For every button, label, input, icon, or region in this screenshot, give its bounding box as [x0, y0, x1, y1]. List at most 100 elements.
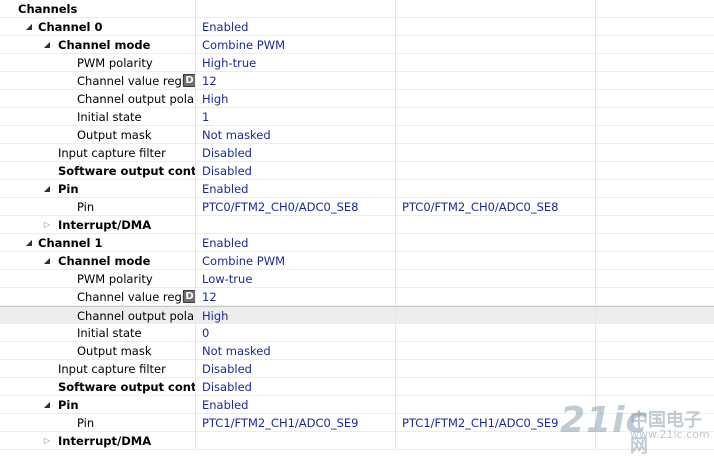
property-value[interactable]: Disabled: [196, 162, 396, 179]
triangle-expanded-icon[interactable]: ◢: [42, 180, 52, 197]
property-row[interactable]: Software output controlDisabled: [0, 162, 714, 180]
property-value[interactable]: Combine PWM: [196, 252, 396, 269]
property-label: Input capture filter: [58, 146, 166, 160]
triangle-expanded-icon[interactable]: ◢: [42, 36, 52, 53]
property-label: Input capture filter: [58, 362, 166, 376]
property-row[interactable]: ◢ Channel mode Combine PWM: [0, 252, 714, 270]
property-value-secondary: [396, 180, 596, 197]
triangle-collapsed-icon[interactable]: ▷: [42, 216, 52, 233]
property-label: Interrupt/DMA: [58, 218, 152, 232]
property-row[interactable]: Channel value register D 12: [0, 288, 714, 306]
property-label: Software output control: [58, 164, 196, 178]
property-value-secondary: [396, 216, 596, 233]
property-value[interactable]: Disabled: [196, 378, 396, 395]
property-name-cell: Channel value register D: [0, 72, 196, 89]
property-name-cell: ▷ Interrupt/DMA: [0, 216, 196, 233]
property-row[interactable]: Channels: [0, 0, 714, 18]
triangle-collapsed-icon[interactable]: ▷: [42, 432, 52, 449]
triangle-expanded-icon[interactable]: ◢: [42, 252, 52, 269]
property-value-secondary: [396, 252, 596, 269]
property-value[interactable]: [196, 0, 396, 17]
empty-cell: [596, 198, 714, 215]
property-label: Channel 1: [38, 236, 103, 250]
empty-cell: [596, 307, 714, 324]
property-value[interactable]: Enabled: [196, 180, 396, 197]
property-name-cell: PWM polarity: [0, 270, 196, 287]
property-row[interactable]: ▷ Interrupt/DMA: [0, 216, 714, 234]
property-row[interactable]: ◢ Channel 1 Enabled: [0, 234, 714, 252]
property-value-secondary: [396, 342, 596, 359]
property-value[interactable]: [196, 216, 396, 233]
property-row[interactable]: Channel value register D 12: [0, 72, 714, 90]
property-label: Initial state: [77, 326, 142, 340]
property-value[interactable]: Enabled: [196, 18, 396, 35]
property-value[interactable]: PTC0/FTM2_CH0/ADC0_SE8: [196, 198, 396, 215]
property-value[interactable]: Disabled: [196, 360, 396, 377]
empty-cell: [596, 108, 714, 125]
property-name-cell: Input capture filter: [0, 144, 196, 161]
property-row[interactable]: Channel output polarit High: [0, 90, 714, 108]
property-value[interactable]: Not masked: [196, 126, 396, 143]
property-value-secondary: [396, 288, 596, 305]
property-row[interactable]: ◢ Channel mode Combine PWM: [0, 36, 714, 54]
property-name-cell: ◢ Channel 1: [0, 234, 196, 251]
empty-cell: [596, 144, 714, 161]
empty-cell: [596, 342, 714, 359]
property-value[interactable]: 1: [196, 108, 396, 125]
property-value-secondary: PTC0/FTM2_CH0/ADC0_SE8: [396, 198, 596, 215]
property-row[interactable]: Channel output polarit High: [0, 306, 714, 324]
property-row[interactable]: Software output controlDisabled: [0, 378, 714, 396]
property-value[interactable]: [196, 432, 396, 449]
property-row[interactable]: PWM polarity High-true: [0, 54, 714, 72]
property-value[interactable]: High-true: [196, 54, 396, 71]
property-row[interactable]: Input capture filter Disabled: [0, 360, 714, 378]
property-label: PWM polarity: [77, 56, 153, 70]
property-value[interactable]: 0: [196, 324, 396, 341]
property-row[interactable]: Pin PTC0/FTM2_CH0/ADC0_SE8 PTC0/FTM2_CH0/A…: [0, 198, 714, 216]
property-row[interactable]: Output mask Not masked: [0, 126, 714, 144]
property-value[interactable]: Disabled: [196, 144, 396, 161]
property-row[interactable]: Initial state 0: [0, 324, 714, 342]
property-value[interactable]: Enabled: [196, 234, 396, 251]
property-value-secondary: [396, 324, 596, 341]
property-name-cell: Channel output polarit: [0, 307, 196, 324]
property-name-cell: ▷ Interrupt/DMA: [0, 432, 196, 449]
property-row[interactable]: ◢ Pin Enabled: [0, 180, 714, 198]
property-value-secondary: [396, 54, 596, 71]
property-value-secondary: [396, 126, 596, 143]
details-button[interactable]: D: [183, 290, 195, 303]
triangle-expanded-icon[interactable]: ◢: [24, 18, 34, 35]
property-label: Pin: [58, 398, 79, 412]
property-name-cell: Pin: [0, 198, 196, 215]
property-value[interactable]: 12: [196, 288, 396, 305]
property-label: Software output control: [58, 380, 196, 394]
property-name-cell: Channels: [0, 0, 196, 17]
empty-cell: [596, 234, 714, 251]
property-row[interactable]: Input capture filter Disabled: [0, 144, 714, 162]
triangle-expanded-icon[interactable]: ◢: [42, 396, 52, 413]
triangle-expanded-icon[interactable]: ◢: [24, 234, 34, 251]
property-value[interactable]: Enabled: [196, 396, 396, 413]
property-row[interactable]: PWM polarity Low-true: [0, 270, 714, 288]
details-button[interactable]: D: [183, 74, 195, 87]
empty-cell: [596, 0, 714, 17]
property-value-secondary: [396, 18, 596, 35]
property-label: Channels: [18, 2, 78, 16]
property-value[interactable]: PTC1/FTM2_CH1/ADC0_SE9: [196, 414, 396, 431]
property-row[interactable]: ◢ Channel 0 Enabled: [0, 18, 714, 36]
property-value[interactable]: Low-true: [196, 270, 396, 287]
property-value[interactable]: Combine PWM: [196, 36, 396, 53]
property-value[interactable]: Not masked: [196, 342, 396, 359]
property-value-secondary: [396, 307, 596, 324]
property-label: PWM polarity: [77, 272, 153, 286]
property-value[interactable]: High: [196, 90, 396, 107]
property-label: Channel mode: [58, 254, 151, 268]
property-row[interactable]: Output mask Not masked: [0, 342, 714, 360]
empty-cell: [596, 252, 714, 269]
property-value-secondary: [396, 144, 596, 161]
empty-cell: [596, 36, 714, 53]
property-name-cell: Output mask: [0, 342, 196, 359]
property-value[interactable]: High: [196, 307, 396, 324]
property-value[interactable]: 12: [196, 72, 396, 89]
property-row[interactable]: Initial state 1: [0, 108, 714, 126]
